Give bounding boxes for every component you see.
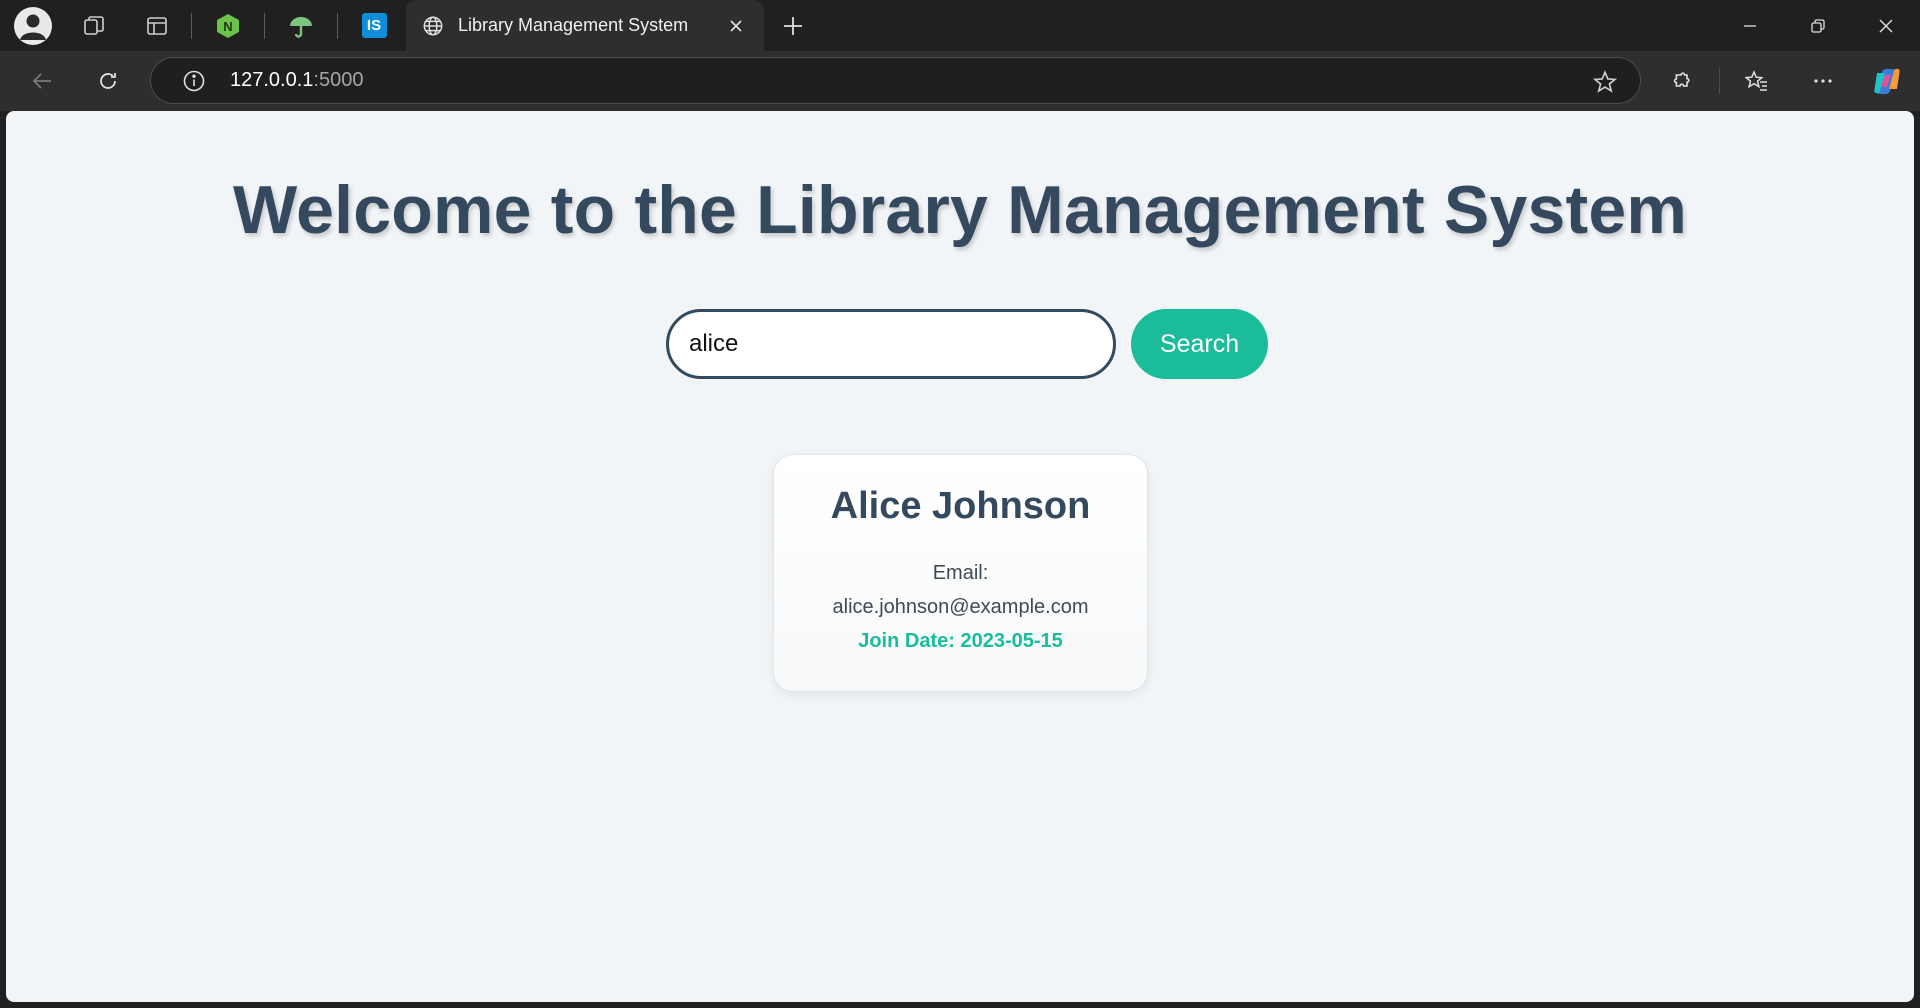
back-button[interactable] <box>17 59 67 103</box>
globe-icon <box>423 16 443 35</box>
tab-separator <box>337 12 338 39</box>
search-form: Search <box>6 309 1914 379</box>
tab-actions-icon[interactable] <box>132 6 181 46</box>
tab-close-icon[interactable] <box>722 12 750 40</box>
node-icon: N <box>217 13 239 38</box>
copilot-icon[interactable] <box>1862 59 1912 103</box>
member-name: Alice Johnson <box>830 485 1091 527</box>
search-input[interactable] <box>666 309 1116 379</box>
more-options-icon[interactable] <box>1798 59 1848 103</box>
tab-title: Library Management System <box>458 15 689 35</box>
browser-toolbar: 127.0.0.1:5000 <box>0 51 1920 111</box>
svg-text:N: N <box>223 19 232 34</box>
tab-strip: N IS Library Management System <box>0 0 1920 51</box>
workspaces-icon[interactable] <box>69 6 118 46</box>
new-tab-button[interactable] <box>768 6 818 46</box>
member-card: Alice Johnson Email: alice.johnson@examp… <box>773 454 1148 692</box>
restore-icon[interactable] <box>1784 0 1852 51</box>
address-bar[interactable]: 127.0.0.1:5000 <box>150 57 1641 104</box>
minimize-icon[interactable] <box>1716 0 1784 51</box>
url-port: :5000 <box>313 69 364 91</box>
tab-separator <box>264 12 265 39</box>
pinned-tab-umbrella[interactable] <box>275 6 327 46</box>
member-email-value: alice.johnson@example.com <box>832 596 1089 618</box>
window-controls <box>1716 0 1920 51</box>
tab-active[interactable]: Library Management System <box>406 0 764 51</box>
toolbar-right <box>1657 51 1920 111</box>
back-arrow-icon <box>32 73 51 89</box>
pinned-tab-node[interactable]: N <box>202 6 254 46</box>
url-text: 127.0.0.1:5000 <box>230 69 363 92</box>
page-viewport: Welcome to the Library Management System… <box>6 111 1914 1002</box>
extensions-icon[interactable] <box>1657 59 1707 103</box>
profile-avatar-icon[interactable] <box>14 6 52 45</box>
tab-separator <box>191 12 192 39</box>
pinned-tab-is[interactable]: IS <box>348 6 400 46</box>
page-title: Welcome to the Library Management System <box>232 172 1688 248</box>
site-info-icon[interactable] <box>172 59 216 103</box>
member-join-date: Join Date: 2023-05-15 <box>858 630 1063 652</box>
close-window-icon[interactable] <box>1852 0 1920 51</box>
reload-icon <box>100 73 116 89</box>
member-email: Email: alice.johnson@example.com <box>774 556 1147 624</box>
member-email-label: Email: <box>932 562 989 584</box>
search-button[interactable]: Search <box>1131 309 1268 379</box>
plus-icon <box>784 16 802 35</box>
favorite-star-icon[interactable] <box>1592 58 1618 105</box>
is-badge-icon: IS <box>361 13 387 38</box>
reload-button[interactable] <box>83 59 133 103</box>
url-host: 127.0.0.1 <box>230 69 314 91</box>
toolbar-separator <box>1719 68 1720 94</box>
favorites-icon[interactable] <box>1732 59 1782 103</box>
umbrella-icon <box>290 16 312 38</box>
